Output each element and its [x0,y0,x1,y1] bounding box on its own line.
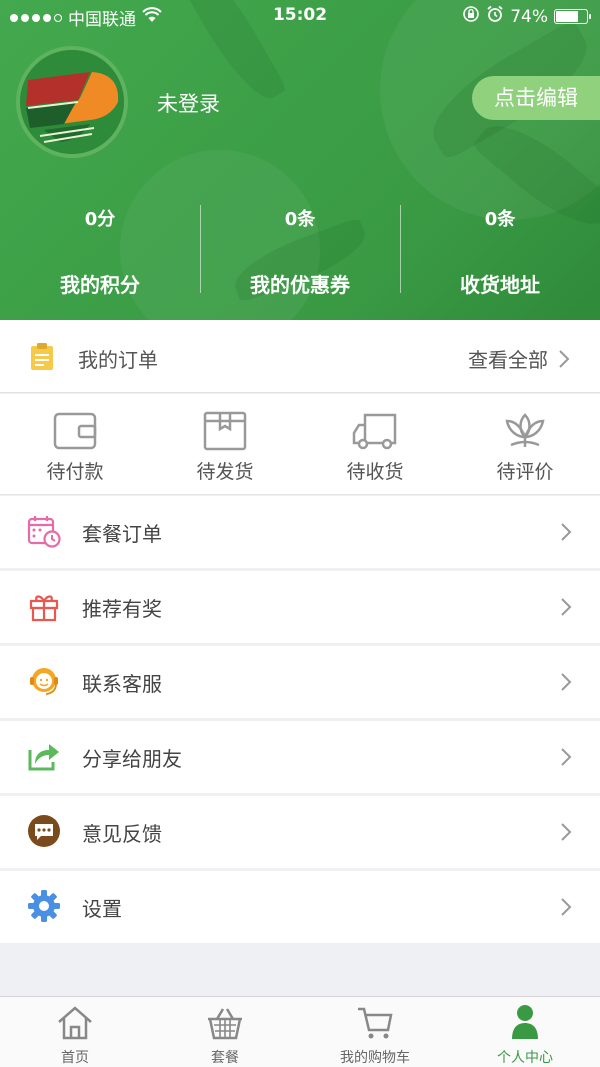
order-status-label: 待付款 [46,461,104,483]
gift-icon [27,589,61,623]
feedback-icon [27,814,61,848]
chevron-right-icon [561,823,572,841]
order-status-to-review[interactable]: 待评价 [450,394,600,494]
order-status-label: 待发货 [196,461,254,483]
menu-share-friends[interactable]: 分享给朋友 [0,721,600,793]
status-bar: 中国联通 15:02 74% [0,0,600,32]
truck-icon [300,411,450,453]
menu-label: 联系客服 [82,672,162,696]
view-all-label: 查看全部 [468,348,548,372]
menu-label: 套餐订单 [82,522,162,546]
my-orders-title: 我的订单 [78,348,158,372]
menu-customer-service[interactable]: 联系客服 [0,646,600,718]
tab-label: 首页 [61,1050,89,1066]
clipboard-icon [30,343,54,375]
signal-icon [10,13,62,22]
tab-bar: 首页 套餐 我的购物车 个人中心 [0,996,600,1067]
tab-cart[interactable]: 我的购物车 [300,997,450,1067]
view-all-orders-link[interactable]: 查看全部 [468,344,570,373]
chevron-right-icon [561,898,572,916]
tab-home[interactable]: 首页 [0,997,150,1067]
cart-icon [300,997,450,1041]
stat-label: 我的积分 [60,273,140,297]
tab-label: 套餐 [211,1050,239,1066]
share-icon [27,739,61,773]
menu-package-orders[interactable]: 套餐订单 [0,496,600,568]
stat-label: 收货地址 [460,273,540,297]
battery-icon [554,9,591,24]
tab-label: 个人中心 [497,1050,553,1066]
stat-value: 0条 [284,209,316,230]
calendar-clock-icon [27,514,61,548]
chevron-right-icon [561,598,572,616]
stat-label: 我的优惠券 [250,273,350,297]
stat-coupons[interactable]: 0条 我的优惠券 [200,200,400,300]
my-orders-row[interactable]: 我的订单 查看全部 [0,320,600,393]
stat-value: 0分 [84,209,116,230]
home-icon [0,997,150,1041]
stat-points[interactable]: 0分 我的积分 [0,200,200,300]
person-icon [450,997,600,1041]
battery-percent: 74% [510,6,548,27]
menu-feedback[interactable]: 意见反馈 [0,796,600,868]
order-status-label: 待收货 [346,461,404,483]
menu-label: 设置 [82,897,122,921]
menu-label: 分享给朋友 [82,747,182,771]
flower-icon [450,411,600,453]
basket-icon [150,997,300,1041]
package-icon [150,411,300,453]
menu-label: 意见反馈 [82,822,162,846]
chevron-right-icon [561,748,572,766]
stats-bar: 0分 我的积分 0条 我的优惠券 0条 收货地址 [0,200,600,300]
menu-settings[interactable]: 设置 [0,871,600,943]
login-status[interactable]: 未登录 [157,88,220,118]
rotation-lock-icon [462,5,480,28]
chevron-right-icon [559,349,570,368]
menu-label: 推荐有奖 [82,597,162,621]
wallet-icon [0,411,150,453]
tab-profile[interactable]: 个人中心 [450,997,600,1067]
stat-value: 0条 [484,209,516,230]
chevron-right-icon [561,523,572,541]
chevron-right-icon [561,673,572,691]
order-status-row: 待付款 待发货 待收货 待评价 [0,394,600,495]
edit-profile-button[interactable]: 点击编辑 [472,76,600,120]
tab-label: 我的购物车 [340,1050,410,1066]
carrier-name: 中国联通 [68,10,136,30]
order-status-label: 待评价 [496,461,554,483]
stat-addresses[interactable]: 0条 收货地址 [400,200,600,300]
order-status-to-receive[interactable]: 待收货 [300,394,450,494]
order-status-unpaid[interactable]: 待付款 [0,394,150,494]
wifi-icon [142,7,162,28]
order-status-to-ship[interactable]: 待发货 [150,394,300,494]
customer-service-icon [27,664,61,698]
menu-referral-rewards[interactable]: 推荐有奖 [0,571,600,643]
tab-package[interactable]: 套餐 [150,997,300,1067]
gear-icon [27,889,61,923]
alarm-icon [486,5,504,28]
avatar[interactable] [16,46,128,158]
